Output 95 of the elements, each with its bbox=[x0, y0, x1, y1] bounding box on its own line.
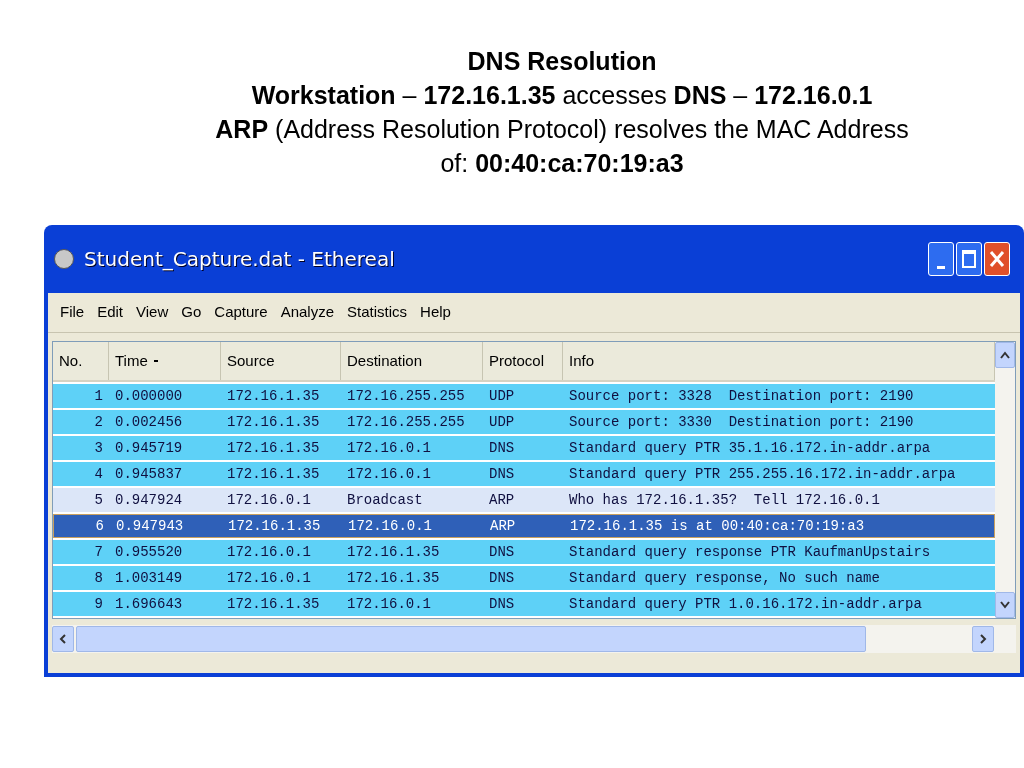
table-cell-text: 172.16.1.35 bbox=[226, 386, 321, 406]
app-logo-icon bbox=[54, 249, 74, 269]
table-cell-text: 172.16.0.1 bbox=[226, 542, 312, 562]
slide-text: of: 00:40:ca:70:19:a3 bbox=[440, 148, 684, 179]
table-cell-text: 0.955520 bbox=[114, 542, 184, 562]
menu-item[interactable]: View bbox=[136, 301, 169, 324]
table-cell-text: Standard query PTR 1.0.16.172.in-addr.arpa bbox=[568, 594, 923, 614]
slide-text: Workstation – 172.16.1.35 accesses DNS – 172.16.0.1 bbox=[251, 80, 873, 111]
close-icon bbox=[989, 249, 1005, 269]
table-cell-text: UDP bbox=[488, 386, 516, 406]
table-cell-text: 172.16.0.1 bbox=[346, 438, 432, 458]
menu-item[interactable]: Go bbox=[181, 301, 202, 324]
packet-row[interactable]: 4 0.945837 172.16.1.35 172.16.0.1 DNS Standard query PTR 255.255.16.172.in-addr.arpa bbox=[53, 462, 995, 486]
table-cell-text: ARP bbox=[488, 490, 516, 510]
menu-item[interactable]: Help bbox=[420, 301, 451, 324]
table-cell-text: Standard query PTR 35.1.16.172.in-addr.arpa bbox=[568, 438, 932, 458]
table-cell-text: 172.16.255.255 bbox=[346, 412, 466, 432]
table-cell-text: Standard query PTR 255.255.16.172.in-addr.arpa bbox=[568, 464, 957, 484]
scroll-left-icon[interactable] bbox=[52, 626, 74, 652]
table-cell-text: 0.945719 bbox=[114, 438, 184, 458]
table-cell-text: 1.003149 bbox=[114, 568, 184, 588]
menu-item[interactable]: Capture bbox=[214, 301, 268, 324]
horizontal-scrollbar[interactable] bbox=[52, 625, 1016, 653]
table-cell-text: 172.16.1.35 bbox=[227, 516, 322, 536]
table-cell-text: 0.002456 bbox=[114, 412, 184, 432]
table-cell-text: UDP bbox=[488, 412, 516, 432]
table-cell-text: 172.16.0.1 bbox=[346, 594, 432, 614]
window-title: Student_Capture.dat - Ethereal bbox=[84, 246, 395, 273]
table-cell-text: 172.16.1.35 bbox=[226, 594, 321, 614]
minimize-icon bbox=[937, 266, 945, 269]
table-cell-text: DNS bbox=[488, 568, 516, 588]
table-cell-text: 172.16.255.255 bbox=[346, 386, 466, 406]
table-cell-text: 0.000000 bbox=[114, 386, 184, 406]
packet-row[interactable]: 1 0.000000 172.16.1.35 172.16.255.255 UDP Source port: 3328 Destination port: 2190 bbox=[53, 384, 995, 408]
maximize-icon bbox=[962, 250, 976, 268]
column-header[interactable]: Time bbox=[109, 342, 221, 380]
vertical-scrollbar[interactable] bbox=[995, 342, 1015, 618]
table-cell-text: 6 bbox=[94, 516, 105, 536]
table-cell-text: 4 bbox=[93, 464, 104, 484]
column-header[interactable]: Source bbox=[221, 342, 341, 380]
table-cell-text: 2 bbox=[93, 412, 104, 432]
table-cell-text: 172.16.1.35 bbox=[226, 438, 321, 458]
column-header[interactable]: Protocol bbox=[483, 342, 563, 380]
maximize-button[interactable] bbox=[956, 242, 982, 276]
close-button[interactable] bbox=[984, 242, 1010, 276]
slide-text: ARP (Address Resolution Protocol) resolves the MAC Address bbox=[215, 114, 909, 145]
slide-title: DNS Resolution bbox=[467, 46, 657, 77]
table-cell-text: 1 bbox=[93, 386, 104, 406]
table-cell-text: 172.16.0.1 bbox=[226, 568, 312, 588]
table-cell-text: 0.947943 bbox=[115, 516, 185, 536]
packet-row[interactable]: 9 1.696643 172.16.1.35 172.16.0.1 DNS Standard query PTR 1.0.16.172.in-addr.arpa bbox=[53, 592, 995, 616]
packet-row[interactable]: 5 0.947924 172.16.0.1 Broadcast ARP Who has 172.16.1.35? Tell 172.16.0.1 bbox=[53, 488, 995, 512]
table-cell-text: Standard query response PTR KaufmanUpstairs bbox=[568, 542, 932, 562]
table-cell-text: 0.945837 bbox=[114, 464, 184, 484]
minimize-button[interactable] bbox=[928, 242, 954, 276]
packet-row[interactable]: 3 0.945719 172.16.1.35 172.16.0.1 DNS Standard query PTR 35.1.16.172.in-addr.arpa bbox=[53, 436, 995, 460]
table-cell-text: 3 bbox=[93, 438, 104, 458]
table-cell-text: Broadcast bbox=[346, 490, 424, 510]
packet-row[interactable]: 7 0.955520 172.16.0.1 172.16.1.35 DNS Standard query response PTR KaufmanUpstairs bbox=[53, 540, 995, 564]
scroll-right-icon[interactable] bbox=[972, 626, 994, 652]
table-cell-text: DNS bbox=[488, 594, 516, 614]
scroll-up-icon[interactable] bbox=[995, 342, 1015, 368]
table-cell-text: 8 bbox=[93, 568, 104, 588]
menu-item[interactable]: File bbox=[60, 301, 85, 324]
table-cell-text: 1.696643 bbox=[114, 594, 184, 614]
table-cell-text: Standard query response, No such name bbox=[568, 568, 881, 588]
table-cell-text: DNS bbox=[488, 438, 516, 458]
table-cell-text: DNS bbox=[488, 464, 516, 484]
menu-item[interactable]: Edit bbox=[97, 301, 124, 324]
table-cell-text: 172.16.1.35 bbox=[226, 412, 321, 432]
table-cell-text: 9 bbox=[93, 594, 104, 614]
table-cell-text: 172.16.1.35 bbox=[346, 542, 441, 562]
scroll-thumb[interactable] bbox=[76, 626, 866, 652]
table-cell-text: ARP bbox=[489, 516, 517, 536]
table-cell-text: 172.16.1.35 bbox=[226, 464, 321, 484]
menu-item[interactable]: Statistics bbox=[347, 301, 408, 324]
table-cell-text: 172.16.0.1 bbox=[226, 490, 312, 510]
table-cell-text: Source port: 3330 Destination port: 2190 bbox=[568, 412, 915, 432]
table-cell-text: 0.947924 bbox=[114, 490, 184, 510]
packet-row[interactable]: 2 0.002456 172.16.1.35 172.16.255.255 UDP Source port: 3330 Destination port: 2190 bbox=[53, 410, 995, 434]
table-cell-text: 172.16.0.1 bbox=[347, 516, 433, 536]
column-header[interactable]: Destination bbox=[341, 342, 483, 380]
table-cell-text: DNS bbox=[488, 542, 516, 562]
table-cell-text: Who has 172.16.1.35? Tell 172.16.0.1 bbox=[568, 490, 881, 510]
packet-row[interactable]: 8 1.003149 172.16.0.1 172.16.1.35 DNS Standard query response, No such name bbox=[53, 566, 995, 590]
table-cell-text: 172.16.1.35 is at 00:40:ca:70:19:a3 bbox=[569, 516, 866, 536]
table-cell-text: 172.16.0.1 bbox=[346, 464, 432, 484]
menu-item[interactable]: Analyze bbox=[280, 301, 335, 324]
scroll-down-icon[interactable] bbox=[995, 592, 1015, 618]
column-header[interactable]: No. bbox=[53, 342, 109, 380]
table-cell-text: Source port: 3328 Destination port: 2190 bbox=[568, 386, 915, 406]
packet-row[interactable]: 6 0.947943 172.16.1.35 172.16.0.1 ARP 172.16.1.35 is at 00:40:ca:70:19:a3 bbox=[53, 514, 995, 538]
table-cell-text: 5 bbox=[93, 490, 104, 510]
table-cell-text: 172.16.1.35 bbox=[346, 568, 441, 588]
table-cell-text: 7 bbox=[93, 542, 104, 562]
